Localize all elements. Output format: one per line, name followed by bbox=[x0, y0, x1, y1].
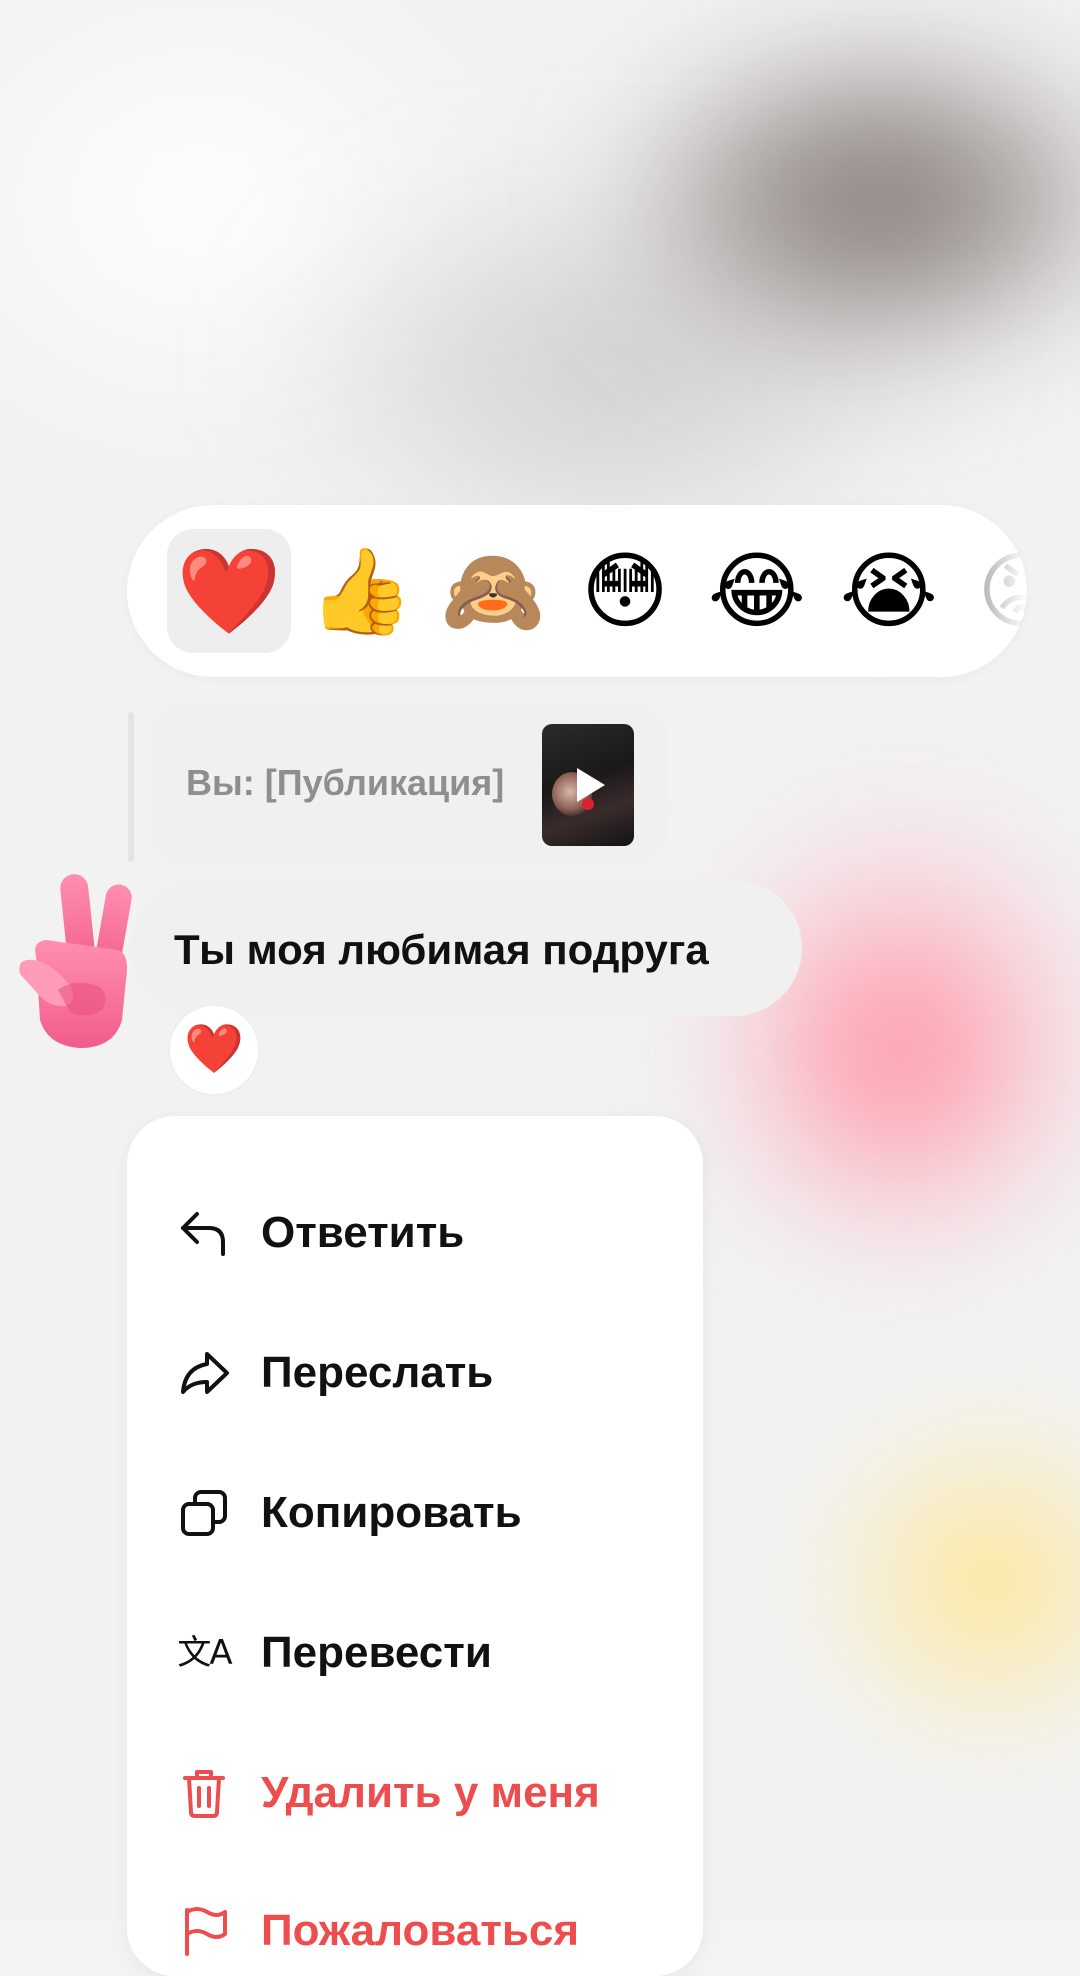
trash-icon bbox=[177, 1766, 231, 1820]
reaction-track: ❤️ 👍 🙈 😳 😂 😭 😡 bbox=[167, 529, 1027, 653]
flag-icon bbox=[177, 1904, 231, 1958]
reply-indicator-line bbox=[128, 712, 134, 862]
message-context-menu: Ответить Переслать Копировать 文A Перевес… bbox=[127, 1116, 703, 1976]
reaction-heart-button[interactable]: ❤️ bbox=[167, 529, 291, 653]
menu-item-delete[interactable]: Удалить у меня bbox=[177, 1758, 600, 1828]
menu-item-copy[interactable]: Копировать bbox=[177, 1478, 522, 1548]
translate-icon: 文A bbox=[177, 1633, 232, 1673]
reaction-tears-of-joy-button[interactable]: 😂 bbox=[695, 529, 819, 653]
menu-item-delete-label: Удалить у меня bbox=[261, 1768, 600, 1817]
menu-item-reply[interactable]: Ответить bbox=[177, 1198, 464, 1268]
previous-message-text: Вы: [Публикация] bbox=[186, 762, 505, 803]
victory-hand-icon bbox=[19, 874, 132, 1048]
copy-icon bbox=[177, 1486, 231, 1540]
publication-thumbnail[interactable] bbox=[542, 724, 634, 846]
menu-item-report[interactable]: Пожаловаться bbox=[177, 1896, 579, 1966]
reaction-bar-fade-edge bbox=[957, 505, 1027, 677]
menu-item-copy-label: Копировать bbox=[261, 1488, 522, 1537]
forward-arrow-icon bbox=[177, 1346, 231, 1400]
reply-arrow-icon bbox=[177, 1206, 231, 1260]
background-blur-yellow bbox=[820, 1420, 1080, 1740]
menu-item-report-label: Пожаловаться bbox=[261, 1906, 580, 1955]
menu-item-translate[interactable]: 文A Перевести bbox=[177, 1618, 492, 1688]
message-reaction-heart[interactable]: ❤️ bbox=[168, 1004, 260, 1096]
play-icon bbox=[577, 768, 605, 802]
reaction-flushed-face-button[interactable]: 😳 bbox=[563, 529, 687, 653]
previous-message-bubble[interactable]: Вы: [Публикация] bbox=[150, 702, 668, 866]
reaction-see-no-evil-monkey-button[interactable]: 🙈 bbox=[431, 529, 555, 653]
reaction-loudly-crying-face-button[interactable]: 😭 bbox=[827, 529, 951, 653]
reaction-picker: ❤️ 👍 🙈 😳 😂 😭 😡 bbox=[127, 505, 1027, 677]
message-text: Ты моя любимая подруга bbox=[174, 926, 709, 973]
menu-item-forward-label: Переслать bbox=[261, 1348, 494, 1397]
menu-item-translate-label: Перевести bbox=[261, 1628, 492, 1677]
message-bubble[interactable]: Ты моя любимая подруга bbox=[130, 880, 802, 1016]
menu-item-forward[interactable]: Переслать bbox=[177, 1338, 493, 1408]
reaction-thumbs-up-button[interactable]: 👍 bbox=[299, 529, 423, 653]
menu-item-reply-label: Ответить bbox=[261, 1208, 465, 1257]
